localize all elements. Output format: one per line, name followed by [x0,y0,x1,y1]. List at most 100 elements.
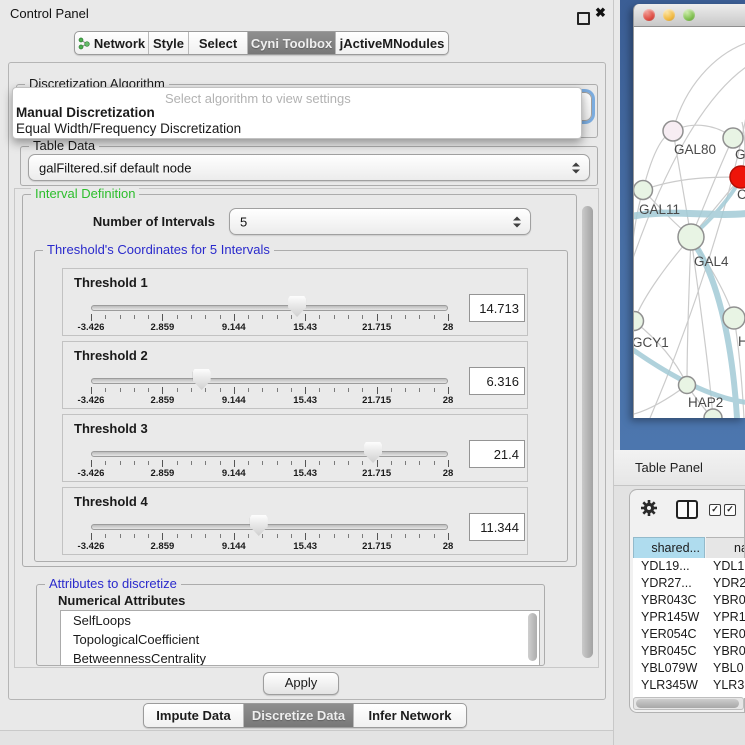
table-cell[interactable]: YDL19... [633,558,705,575]
numerical-attributes-label: Numerical Attributes [58,593,185,608]
close-traffic-light-icon[interactable] [643,9,655,21]
label-gal4: GAL4 [694,254,729,269]
list-item-selfloops[interactable]: SelfLoops [61,611,539,630]
tab-discretize-data[interactable]: Discretize Data [244,704,354,727]
tab-cyni-toolbox[interactable]: Cyni Toolbox [248,32,336,54]
number-of-intervals-value: 5 [240,214,247,229]
slider-tick-labels: -3.4262.8599.14415.4321.71528 [91,322,448,332]
table-cell[interactable]: YDR2 [705,575,745,592]
panel-title: Control Panel [10,6,89,21]
table-cell[interactable]: YPR1 [705,609,745,626]
threshold-4-value-field[interactable]: 11.344 [469,513,525,541]
tab-jactivemnodules-label: jActiveMNodules [340,36,445,51]
table-cell[interactable]: YBR0 [705,592,745,609]
list-item-betweennesscentrality[interactable]: BetweennessCentrality [61,649,539,666]
table-cell[interactable]: YER054C [633,626,705,643]
tab-style[interactable]: Style [149,32,189,54]
table-cell[interactable]: YLR345W [633,677,705,694]
table-data-combobox[interactable]: galFiltered.sif default node [28,154,590,181]
table-settings-button[interactable] [640,499,658,520]
node-bottom-partial[interactable] [704,409,722,418]
node-selected-red[interactable] [730,166,745,188]
slider-ticks [91,533,448,541]
table-cell[interactable]: YBR0 [705,643,745,660]
slider-ticks [91,314,448,322]
tab-cyni-toolbox-label: Cyni Toolbox [251,36,332,51]
network-canvas[interactable]: GAL80 GA C GAL11 GAL4 GCY1 H HAP2 [633,27,745,418]
slider-tick-labels: -3.4262.8599.14415.4321.71528 [91,395,448,405]
threshold-1-slider-track[interactable] [91,305,448,311]
table-cell[interactable]: YPR145W [633,609,705,626]
threshold-3-row: Threshold 3 -3.4262.8599.14415.4321.7152… [62,414,528,482]
checkbox-icon[interactable]: ✓ [709,504,721,516]
bottom-tab-bar: Impute Data Discretize Data Infer Networ… [143,703,467,728]
table-horizontal-scrollbar[interactable] [633,697,744,710]
threshold-1-row: Threshold 1 -3.4262.8599.14415.4321.7152… [62,268,528,336]
threshold-3-slider-track[interactable] [91,451,448,457]
dropdown-hint-item[interactable]: Select algorithm to view settings [165,91,351,106]
apply-button[interactable]: Apply [263,672,339,695]
threshold-2-slider-track[interactable] [91,378,448,384]
threshold-1-value-field[interactable]: 14.713 [469,294,525,322]
list-scrollbar[interactable] [528,613,537,661]
tab-impute-data[interactable]: Impute Data [144,704,244,727]
tab-style-label: Style [153,36,184,51]
table-cell[interactable]: YBL079W [633,660,705,677]
zoom-traffic-light-icon[interactable] [683,9,695,21]
stepper-arrows-icon [572,162,580,173]
stepper-arrows-icon [513,216,521,227]
node-right-h[interactable] [723,307,745,329]
dropdown-option-equal-width-frequency[interactable]: Equal Width/Frequency Discretization [16,121,241,136]
threshold-4-slider-track[interactable] [91,524,448,530]
dropdown-option-manual-discretization[interactable]: Manual Discretization [16,105,155,120]
node-gal11[interactable] [634,181,653,200]
tab-discretize-data-label: Discretize Data [252,708,345,723]
table-data-combobox-value: galFiltered.sif default node [39,160,191,175]
minimize-traffic-light-icon[interactable] [663,9,675,21]
column-header-shared-name[interactable]: shared... [633,537,705,560]
interval-definition-group-title: Interval Definition [31,186,139,201]
table-panel-titlebar: Table Panel [614,450,745,486]
tab-impute-data-label: Impute Data [156,708,230,723]
threshold-2-row: Threshold 2 -3.4262.8599.14415.4321.7152… [62,341,528,409]
label-c-partial: C [737,187,745,202]
attributes-group-title: Attributes to discretize [45,576,181,591]
tab-select-label: Select [199,36,237,51]
tab-jactivemnodules[interactable]: jActiveMNodules [336,32,448,54]
node-gal4[interactable] [678,224,704,250]
list-item-topologicalcoefficient[interactable]: TopologicalCoefficient [61,630,539,649]
network-window-titlebar[interactable] [633,4,745,27]
table-cell[interactable]: YBR043C [633,592,705,609]
network-icon [78,37,90,50]
threshold-2-value-field[interactable]: 6.316 [469,367,525,395]
table-horizontal-scrollbar-thumb[interactable] [636,699,739,708]
checkbox-icon[interactable]: ✓ [724,504,736,516]
table-cell[interactable]: YBL0 [705,660,745,677]
number-of-intervals-combobox[interactable]: 5 [229,208,531,235]
thresholds-group-title: Threshold's Coordinates for 5 Intervals [43,242,274,257]
slider-tick-labels: -3.4262.8599.14415.4321.71528 [91,541,448,551]
tab-infer-network-label: Infer Network [368,708,451,723]
close-icon[interactable]: ✖ [595,5,606,21]
label-gal80: GAL80 [674,142,716,157]
table-cell[interactable]: YDL1 [705,558,745,575]
float-window-icon[interactable] [577,12,590,25]
number-of-intervals-label: Number of Intervals [50,214,215,229]
label-h-partial: H [738,334,745,349]
table-cell[interactable]: YBR045C [633,643,705,660]
node-top-right[interactable] [723,128,743,148]
network-view-window: GAL80 GA C GAL11 GAL4 GCY1 H HAP2 [633,4,745,418]
vertical-scrollbar[interactable] [582,206,593,658]
split-columns-icon[interactable] [676,500,698,519]
node-gal80[interactable] [663,121,683,141]
tab-network[interactable]: Network [75,32,149,54]
node-hap2[interactable] [679,377,696,394]
tab-infer-network[interactable]: Infer Network [354,704,466,727]
table-cell[interactable]: YDR27... [633,575,705,592]
column-header-name[interactable]: na [706,537,745,560]
algorithm-dropdown-popup: Select algorithm to view settings Manual… [12,87,582,139]
table-cell[interactable]: YER0 [705,626,745,643]
threshold-3-value-field[interactable]: 21.4 [469,440,525,468]
table-cell[interactable]: YLR3 [705,677,745,694]
tab-select[interactable]: Select [189,32,248,54]
